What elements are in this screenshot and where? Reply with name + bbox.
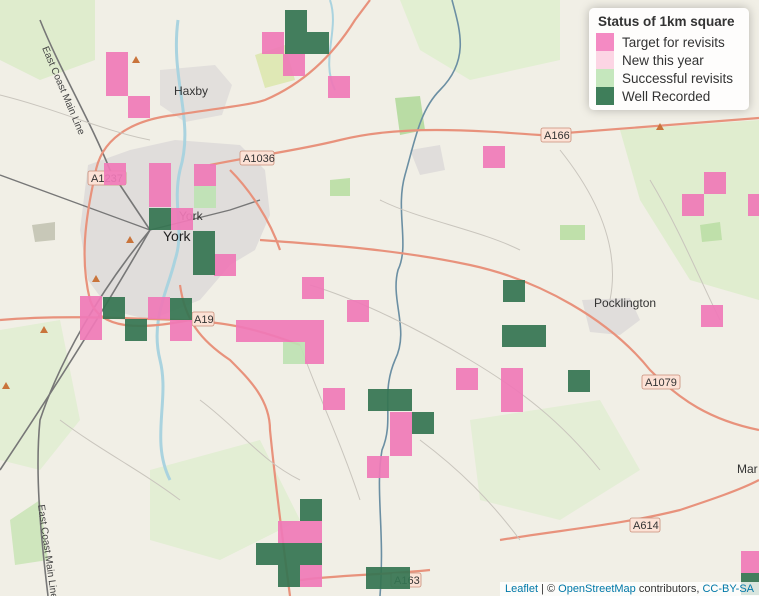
legend-label-new: New this year xyxy=(622,52,704,68)
square-target xyxy=(501,390,523,412)
road-shield-a166: A166 xyxy=(540,127,572,143)
green-area xyxy=(0,320,80,470)
square-target xyxy=(323,388,345,410)
legend-label-successful: Successful revisits xyxy=(622,70,734,86)
square-well-recorded xyxy=(300,499,322,521)
legend-swatch-successful xyxy=(596,69,614,87)
square-target xyxy=(194,164,216,186)
openstreetmap-link[interactable]: OpenStreetMap xyxy=(558,583,636,595)
square-well-recorded xyxy=(568,370,590,392)
square-target xyxy=(741,551,759,573)
square-target xyxy=(302,342,324,364)
square-target xyxy=(328,76,350,98)
place-label-haxby: Haxby xyxy=(174,84,208,98)
square-target xyxy=(104,163,126,185)
square-target xyxy=(302,277,324,299)
legend-item-target: Target for revisits xyxy=(596,33,742,51)
square-well-recorded xyxy=(285,10,307,32)
square-target xyxy=(106,74,128,96)
svg-text:A1036: A1036 xyxy=(243,153,275,165)
square-target xyxy=(278,521,322,543)
square-target xyxy=(106,52,128,74)
square-well-recorded xyxy=(278,565,300,587)
square-target xyxy=(170,319,192,341)
place-label-mar: Mar xyxy=(737,462,758,476)
square-target xyxy=(390,412,412,434)
square-target xyxy=(214,254,236,276)
leaflet-link[interactable]: Leaflet xyxy=(505,583,538,595)
square-target xyxy=(80,318,102,340)
legend-item-successful: Successful revisits xyxy=(596,69,742,87)
attribution-separator: | © xyxy=(538,583,559,595)
road-shield-a19: A19 xyxy=(191,311,215,327)
square-target xyxy=(347,300,369,322)
square-target xyxy=(149,185,171,207)
square-target xyxy=(300,565,322,587)
square-well-recorded xyxy=(503,280,525,302)
square-target xyxy=(704,172,726,194)
square-target xyxy=(262,32,284,54)
river-derwent xyxy=(378,0,462,596)
square-well-recorded xyxy=(412,412,434,434)
green-area xyxy=(470,400,640,520)
road-shield-a1036: A1036 xyxy=(239,150,275,166)
legend-item-new: New this year xyxy=(596,51,742,69)
square-target xyxy=(456,368,478,390)
legend-item-well-recorded: Well Recorded xyxy=(596,87,742,105)
square-well-recorded xyxy=(193,231,215,253)
legend-label-well-recorded: Well Recorded xyxy=(622,88,711,104)
place-label-york: York xyxy=(163,228,192,244)
map-legend: Status of 1km square Target for revisits… xyxy=(589,8,749,110)
square-successful xyxy=(194,186,216,208)
square-target xyxy=(149,163,171,185)
square-well-recorded xyxy=(368,389,412,411)
legend-label-target: Target for revisits xyxy=(622,34,725,50)
legend-swatch-well-recorded xyxy=(596,87,614,105)
legend-swatch-target xyxy=(596,33,614,51)
svg-text:A1079: A1079 xyxy=(645,377,677,389)
square-well-recorded xyxy=(170,298,192,320)
square-well-recorded xyxy=(502,325,546,347)
svg-text:A19: A19 xyxy=(194,314,214,326)
square-well-recorded xyxy=(149,208,171,230)
square-well-recorded xyxy=(193,253,215,275)
square-well-recorded xyxy=(125,319,147,341)
square-well-recorded xyxy=(366,567,410,589)
map-attribution: Leaflet | © OpenStreetMap contributors, … xyxy=(499,582,759,596)
woodland xyxy=(560,225,585,240)
square-target xyxy=(682,194,704,216)
square-target xyxy=(390,434,412,456)
square-target xyxy=(171,208,193,230)
green-area xyxy=(400,0,560,80)
square-target xyxy=(80,296,102,318)
square-target xyxy=(148,297,170,319)
svg-text:A166: A166 xyxy=(544,130,570,142)
attribution-contributors: contributors, xyxy=(635,583,703,595)
square-well-recorded xyxy=(103,297,125,319)
square-successful xyxy=(283,342,305,364)
square-target xyxy=(501,368,523,390)
legend-title: Status of 1km square xyxy=(598,14,735,29)
woodland xyxy=(330,178,350,196)
license-link[interactable]: CC-BY-SA xyxy=(702,583,754,595)
square-target xyxy=(367,456,389,478)
square-target xyxy=(701,305,723,327)
village-area xyxy=(410,145,445,175)
place-label-pocklington: Pocklington xyxy=(594,296,656,310)
square-target xyxy=(128,96,150,118)
woodland xyxy=(700,222,722,242)
road-shield-a1079: A1079 xyxy=(641,374,681,390)
square-well-recorded xyxy=(285,32,329,54)
square-well-recorded xyxy=(256,543,322,565)
legend-swatch-new xyxy=(596,51,614,69)
svg-text:A614: A614 xyxy=(633,520,659,532)
square-target xyxy=(483,146,505,168)
road-shield-a614: A614 xyxy=(629,517,661,533)
square-target xyxy=(748,194,759,216)
square-target xyxy=(236,320,324,342)
map-container[interactable]: Haxby York York Pocklington Mar East Coa… xyxy=(0,0,759,596)
square-target xyxy=(283,54,305,76)
woodland xyxy=(32,222,55,242)
